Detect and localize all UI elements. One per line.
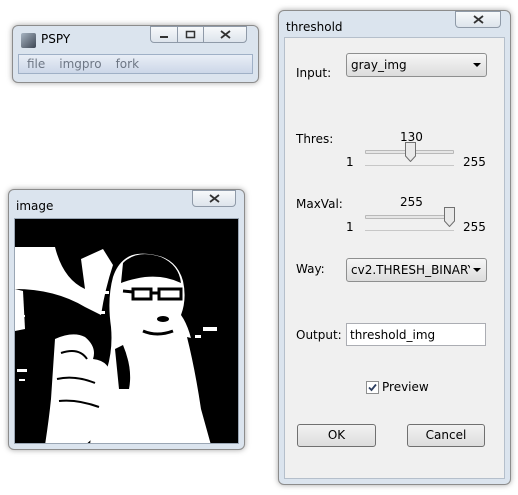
maxval-min: 1 [346,220,354,234]
input-select[interactable]: gray_img [346,53,487,77]
output-field[interactable]: threshold_img [346,323,486,346]
image-window: image [8,189,245,450]
way-select[interactable]: cv2.THRESH_BINARY [346,258,487,282]
menu-fork[interactable]: fork [116,57,139,71]
menu-file[interactable]: file [27,57,45,71]
thres-slider[interactable] [365,140,454,170]
threshold-dialog: threshold Input: gray_img Thres: 130 1 2… [278,10,511,485]
thres-label: Thres: [296,132,334,146]
chevron-down-icon [473,268,481,272]
input-select-value: gray_img [351,58,407,72]
pspy-title: PSPY [41,32,71,46]
threshold-titlebar[interactable]: threshold [279,11,510,35]
pspy-window: PSPY file imgpro fork [12,25,259,83]
minimize-icon [160,35,168,38]
thres-max: 255 [463,155,486,169]
maxval-slider-ticks [365,230,454,234]
thres-slider-thumb[interactable] [405,142,416,162]
minimize-button[interactable] [150,26,178,43]
restore-icon [185,30,196,39]
maxval-slider-groove [365,215,454,219]
cancel-button[interactable]: Cancel [407,424,485,447]
image-titlebar[interactable]: image [9,190,244,214]
maxval-slider[interactable] [365,205,455,235]
image-title: image [16,199,54,213]
input-label: Input: [296,66,332,80]
binary-photo [15,219,238,443]
preview-checkbox[interactable] [366,381,379,394]
close-icon [219,30,231,39]
close-button[interactable] [203,26,247,43]
pspy-titlebar[interactable]: PSPY [13,26,258,50]
close-icon [208,194,220,203]
checkmark-icon [368,383,377,392]
menu-bar: file imgpro fork [18,54,253,74]
thres-slider-ticks [365,165,454,169]
close-icon [472,15,484,24]
output-label: Output: [296,328,342,342]
restore-button[interactable] [177,26,204,43]
app-icon [21,33,36,48]
image-close-button[interactable] [192,190,236,207]
maxval-max: 255 [463,220,486,234]
preview-label: Preview [382,380,429,394]
menu-imgpro[interactable]: imgpro [59,57,101,71]
threshold-client: Input: gray_img Thres: 130 1 255 MaxVal:… [284,37,505,479]
threshold-close-button[interactable] [455,11,501,28]
maxval-slider-thumb[interactable] [444,207,455,227]
way-select-value: cv2.THRESH_BINARY [351,263,470,277]
threshold-title: threshold [286,20,343,34]
maxval-label: MaxVal: [296,197,343,211]
way-label: Way: [296,262,325,276]
chevron-down-icon [473,63,481,67]
thresholded-image [14,218,239,444]
ok-button[interactable]: OK [297,424,376,447]
thres-min: 1 [346,155,354,169]
